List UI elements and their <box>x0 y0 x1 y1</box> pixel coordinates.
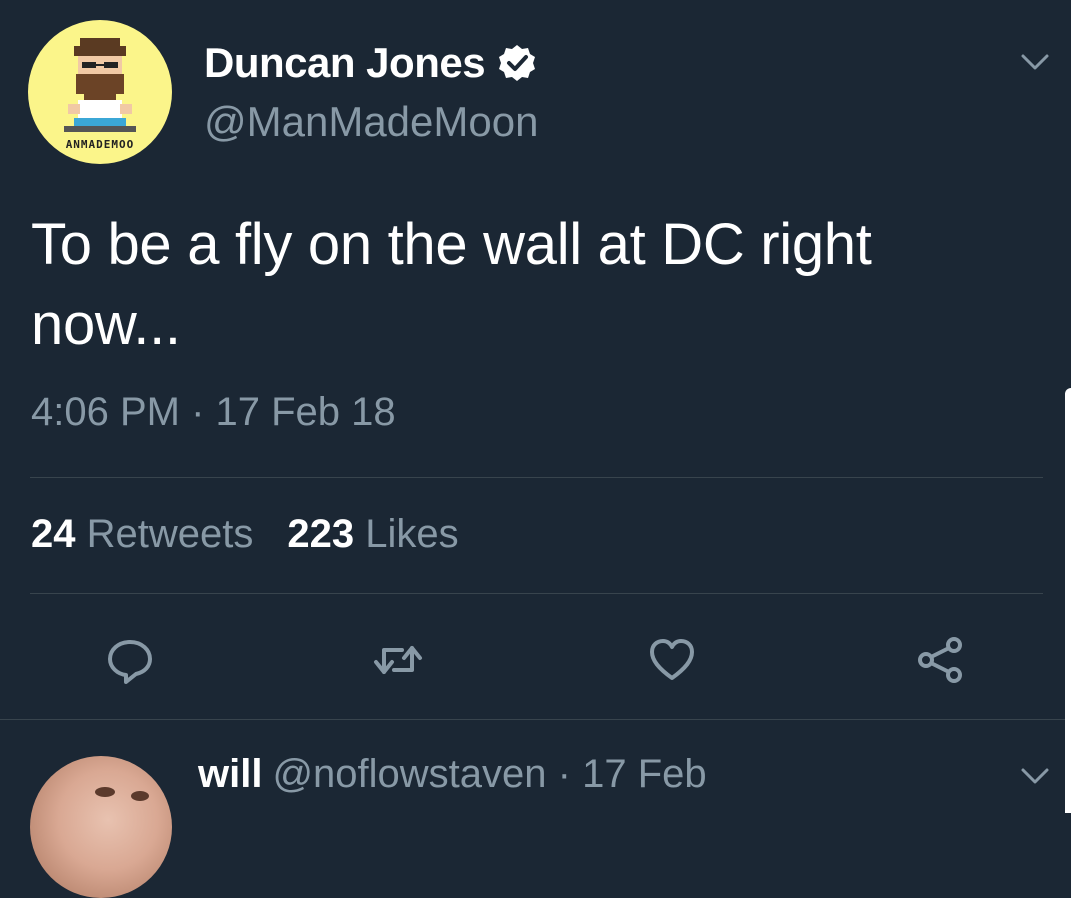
tweet-timestamp: 4:06 PM · 17 Feb 18 <box>31 390 396 434</box>
chevron-down-icon[interactable] <box>1015 762 1055 790</box>
verified-badge-icon <box>499 45 536 81</box>
reply-icon[interactable] <box>102 632 158 688</box>
author-display-name[interactable]: Duncan Jones <box>204 39 486 87</box>
author-avatar[interactable]: ANMADEMOO <box>28 20 172 164</box>
author-name-row: Duncan Jones <box>204 38 537 88</box>
tweet-text: To be a fly on the wall at DC right now.… <box>31 212 872 357</box>
retweet-icon[interactable] <box>370 632 426 688</box>
reply-header: will @noflowstaven · 17 Feb <box>198 752 707 797</box>
reply-meta: @noflowstaven · 17 Feb <box>272 752 707 796</box>
divider <box>30 593 1043 594</box>
divider <box>0 719 1071 720</box>
face-photo-icon <box>95 787 149 801</box>
scrollbar[interactable] <box>1065 388 1071 813</box>
likes-stat[interactable]: 223 Likes <box>287 512 458 557</box>
chevron-down-icon[interactable] <box>1015 48 1055 76</box>
retweets-stat[interactable]: 24 Retweets <box>31 512 253 557</box>
reply-display-name[interactable]: will <box>198 752 262 796</box>
retweets-label: Retweets <box>86 512 254 556</box>
likes-label: Likes <box>365 512 459 556</box>
likes-count: 223 <box>287 512 355 556</box>
reply-avatar[interactable] <box>30 756 172 898</box>
like-icon[interactable] <box>644 632 700 688</box>
divider <box>30 477 1043 478</box>
share-icon[interactable] <box>912 632 968 688</box>
tweet-stats: 24 Retweets 223 Likes <box>31 512 493 557</box>
author-handle[interactable]: @ManMadeMoon <box>204 98 538 146</box>
avatar-caption: ANMADEMOO <box>65 138 135 151</box>
retweets-count: 24 <box>31 512 76 556</box>
